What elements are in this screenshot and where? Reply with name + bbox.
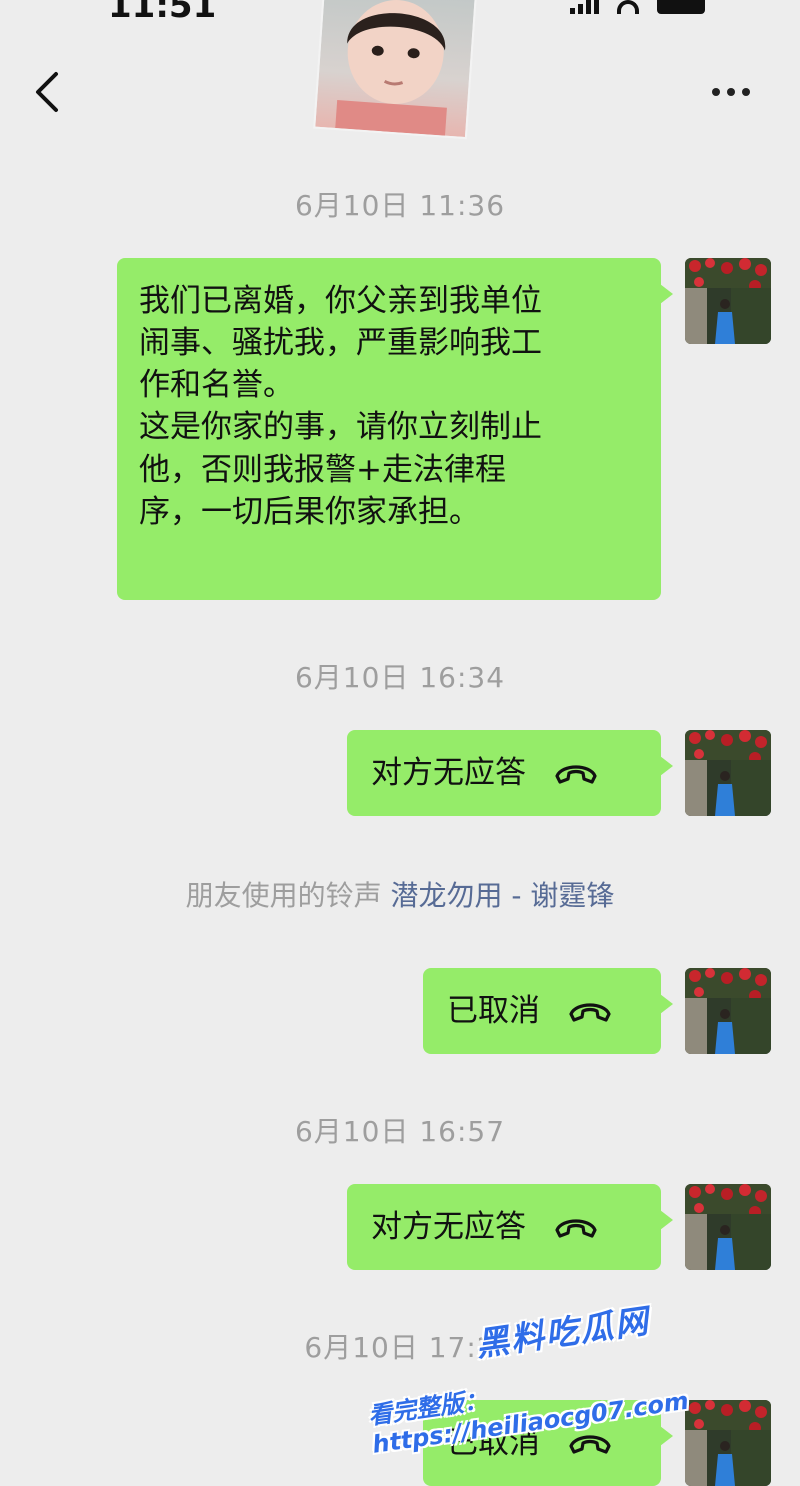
timestamp: 6月10日 16:34 — [294, 661, 506, 694]
call-status-text: 对方无应答 — [371, 1208, 526, 1245]
avatar[interactable] — [685, 258, 771, 344]
more-dots-icon[interactable] — [712, 88, 750, 96]
signal-icon — [570, 0, 599, 14]
text-message-bubble[interactable]: 我们已离婚，你父亲到我单位 闹事、骚扰我，严重影响我工 作和名誉。 这是你家的事… — [117, 258, 673, 600]
phone-hangup-icon — [552, 758, 600, 788]
phone-hangup-icon — [552, 1212, 600, 1242]
battery-icon — [657, 0, 705, 14]
call-status-text: 对方无应答 — [371, 754, 526, 791]
phone-hangup-icon — [566, 1428, 614, 1458]
timestamp: 6月10日 16:57 — [294, 1115, 506, 1148]
chat-header: 11:51 — [0, 0, 800, 140]
ringtone-prefix: 朋友使用的铃声 — [185, 879, 382, 912]
call-status-text: 已取消 — [447, 992, 540, 1029]
call-record-bubble[interactable]: 已取消 — [423, 968, 673, 1054]
avatar[interactable] — [685, 968, 771, 1054]
ringtone-song-link[interactable]: 潜龙勿用 - 谢霆锋 — [391, 879, 615, 912]
ringtone-notice: 朋友使用的铃声 潜龙勿用 - 谢霆锋 — [0, 874, 800, 914]
phone-hangup-icon — [566, 996, 614, 1026]
chevron-left-icon[interactable] — [30, 70, 64, 114]
avatar[interactable] — [685, 730, 771, 816]
call-record-bubble[interactable]: 对方无应答 — [347, 730, 673, 816]
wifi-icon — [617, 0, 639, 14]
status-icons — [570, 0, 705, 14]
avatar[interactable] — [685, 1184, 771, 1270]
status-time: 11:51 — [108, 0, 217, 26]
contact-photo — [313, 0, 477, 140]
call-record-bubble[interactable]: 对方无应答 — [347, 1184, 673, 1270]
timestamp: 6月10日 11:36 — [294, 189, 506, 222]
message-text: 我们已离婚，你父亲到我单位 闹事、骚扰我，严重影响我工 作和名誉。 这是你家的事… — [139, 283, 542, 530]
